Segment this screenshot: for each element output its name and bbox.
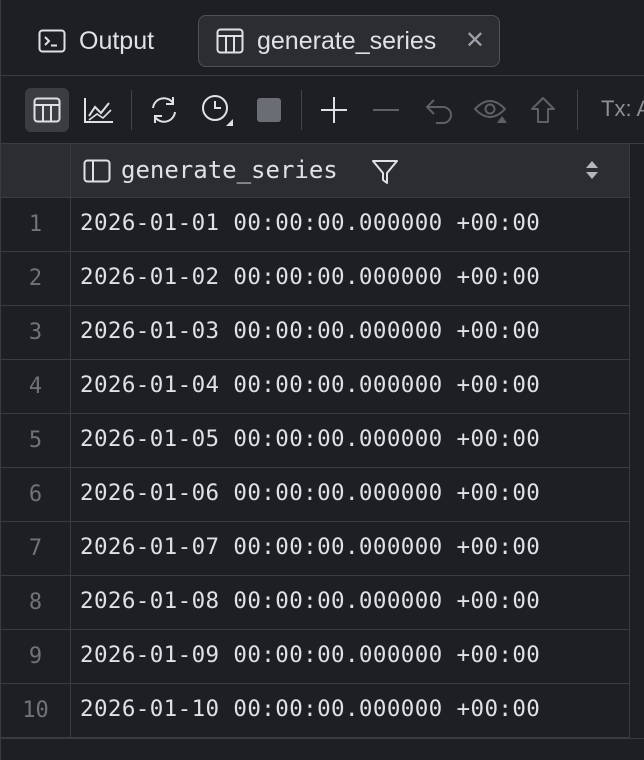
tab-bar: Output generate_series ✕ <box>1 0 644 76</box>
row-number[interactable]: 8 <box>1 576 71 629</box>
console-icon <box>37 26 67 56</box>
delete-row-button[interactable] <box>364 88 408 132</box>
tab-generate-series-label: generate_series <box>257 26 437 55</box>
row-number[interactable]: 9 <box>1 630 71 683</box>
revert-button[interactable] <box>417 88 461 132</box>
tab-generate-series[interactable]: generate_series ✕ <box>198 15 500 67</box>
revert-icon <box>425 99 452 124</box>
close-icon[interactable]: ✕ <box>465 29 485 53</box>
result-grid: generate_series 1 2026-01-01 00:00:00.000… <box>1 144 644 738</box>
chart-view-icon <box>84 98 113 123</box>
row-number[interactable]: 7 <box>1 522 71 575</box>
toolbar-separator <box>577 90 578 130</box>
stop-icon <box>257 98 281 122</box>
toolbar-separator <box>131 90 132 130</box>
cell-generate-series[interactable]: 2026-01-02 00:00:00.000000 +00:00 <box>80 264 540 290</box>
column-header-row: generate_series <box>1 144 629 198</box>
add-row-button[interactable] <box>312 88 356 132</box>
table-row[interactable]: 4 2026-01-04 00:00:00.000000 +00:00 <box>1 360 629 414</box>
add-row-icon <box>321 97 347 123</box>
filter-icon[interactable] <box>371 158 399 190</box>
preview-pending-icon <box>473 100 507 123</box>
table-row[interactable]: 1 2026-01-01 00:00:00.000000 +00:00 <box>1 198 629 252</box>
row-number[interactable]: 10 <box>1 684 71 737</box>
cell-generate-series[interactable]: 2026-01-08 00:00:00.000000 +00:00 <box>80 588 540 614</box>
cell-generate-series[interactable]: 2026-01-04 00:00:00.000000 +00:00 <box>80 372 540 398</box>
history-icon <box>202 95 233 126</box>
column-header-generate-series[interactable]: generate_series <box>121 156 338 184</box>
cell-generate-series[interactable]: 2026-01-03 00:00:00.000000 +00:00 <box>80 318 540 344</box>
column-icon <box>83 159 111 187</box>
history-button[interactable] <box>195 88 239 132</box>
cell-generate-series[interactable]: 2026-01-09 00:00:00.000000 +00:00 <box>80 642 540 668</box>
cell-generate-series[interactable]: 2026-01-07 00:00:00.000000 +00:00 <box>80 534 540 560</box>
table-view-button[interactable] <box>25 88 69 132</box>
results-panel: Output generate_series ✕ Tx: generate_se… <box>0 0 644 760</box>
table-row[interactable]: 8 2026-01-08 00:00:00.000000 +00:00 <box>1 576 629 630</box>
refresh-button[interactable] <box>142 88 186 132</box>
refresh-icon <box>152 97 176 123</box>
cell-generate-series[interactable]: 2026-01-01 00:00:00.000000 +00:00 <box>80 210 540 236</box>
cell-generate-series[interactable]: 2026-01-10 00:00:00.000000 +00:00 <box>80 696 540 722</box>
toolbar-separator <box>301 90 302 130</box>
table-row[interactable]: 3 2026-01-03 00:00:00.000000 +00:00 <box>1 306 629 360</box>
table-row[interactable]: 9 2026-01-09 00:00:00.000000 +00:00 <box>1 630 629 684</box>
tab-output[interactable]: Output <box>37 15 154 67</box>
row-number[interactable]: 6 <box>1 468 71 521</box>
stop-button[interactable] <box>247 88 291 132</box>
cell-generate-series[interactable]: 2026-01-05 00:00:00.000000 +00:00 <box>80 426 540 452</box>
table-row[interactable]: 10 2026-01-10 00:00:00.000000 +00:00 <box>1 684 629 738</box>
row-number-header[interactable] <box>1 144 71 198</box>
status-strip <box>1 738 644 760</box>
table-icon <box>215 26 245 56</box>
sort-icon[interactable] <box>585 160 599 184</box>
chart-view-button[interactable] <box>77 88 121 132</box>
submit-button[interactable] <box>521 88 565 132</box>
row-number[interactable]: 3 <box>1 306 71 359</box>
transaction-mode[interactable]: Tx: A <box>601 96 644 122</box>
delete-row-icon <box>373 109 399 111</box>
table-row[interactable]: 6 2026-01-06 00:00:00.000000 +00:00 <box>1 468 629 522</box>
row-number[interactable]: 1 <box>1 198 71 251</box>
submit-icon <box>531 97 555 123</box>
table-view-icon <box>33 97 61 123</box>
cell-generate-series[interactable]: 2026-01-06 00:00:00.000000 +00:00 <box>80 480 540 506</box>
row-number[interactable]: 5 <box>1 414 71 467</box>
table-row[interactable]: 5 2026-01-05 00:00:00.000000 +00:00 <box>1 414 629 468</box>
vertical-scrollbar[interactable] <box>629 144 644 740</box>
row-number[interactable]: 4 <box>1 360 71 413</box>
table-row[interactable]: 7 2026-01-07 00:00:00.000000 +00:00 <box>1 522 629 576</box>
results-toolbar: Tx: A <box>1 76 644 144</box>
tab-output-label: Output <box>79 26 155 55</box>
row-number[interactable]: 2 <box>1 252 71 305</box>
table-row[interactable]: 2 2026-01-02 00:00:00.000000 +00:00 <box>1 252 629 306</box>
preview-pending-button[interactable] <box>469 88 513 132</box>
